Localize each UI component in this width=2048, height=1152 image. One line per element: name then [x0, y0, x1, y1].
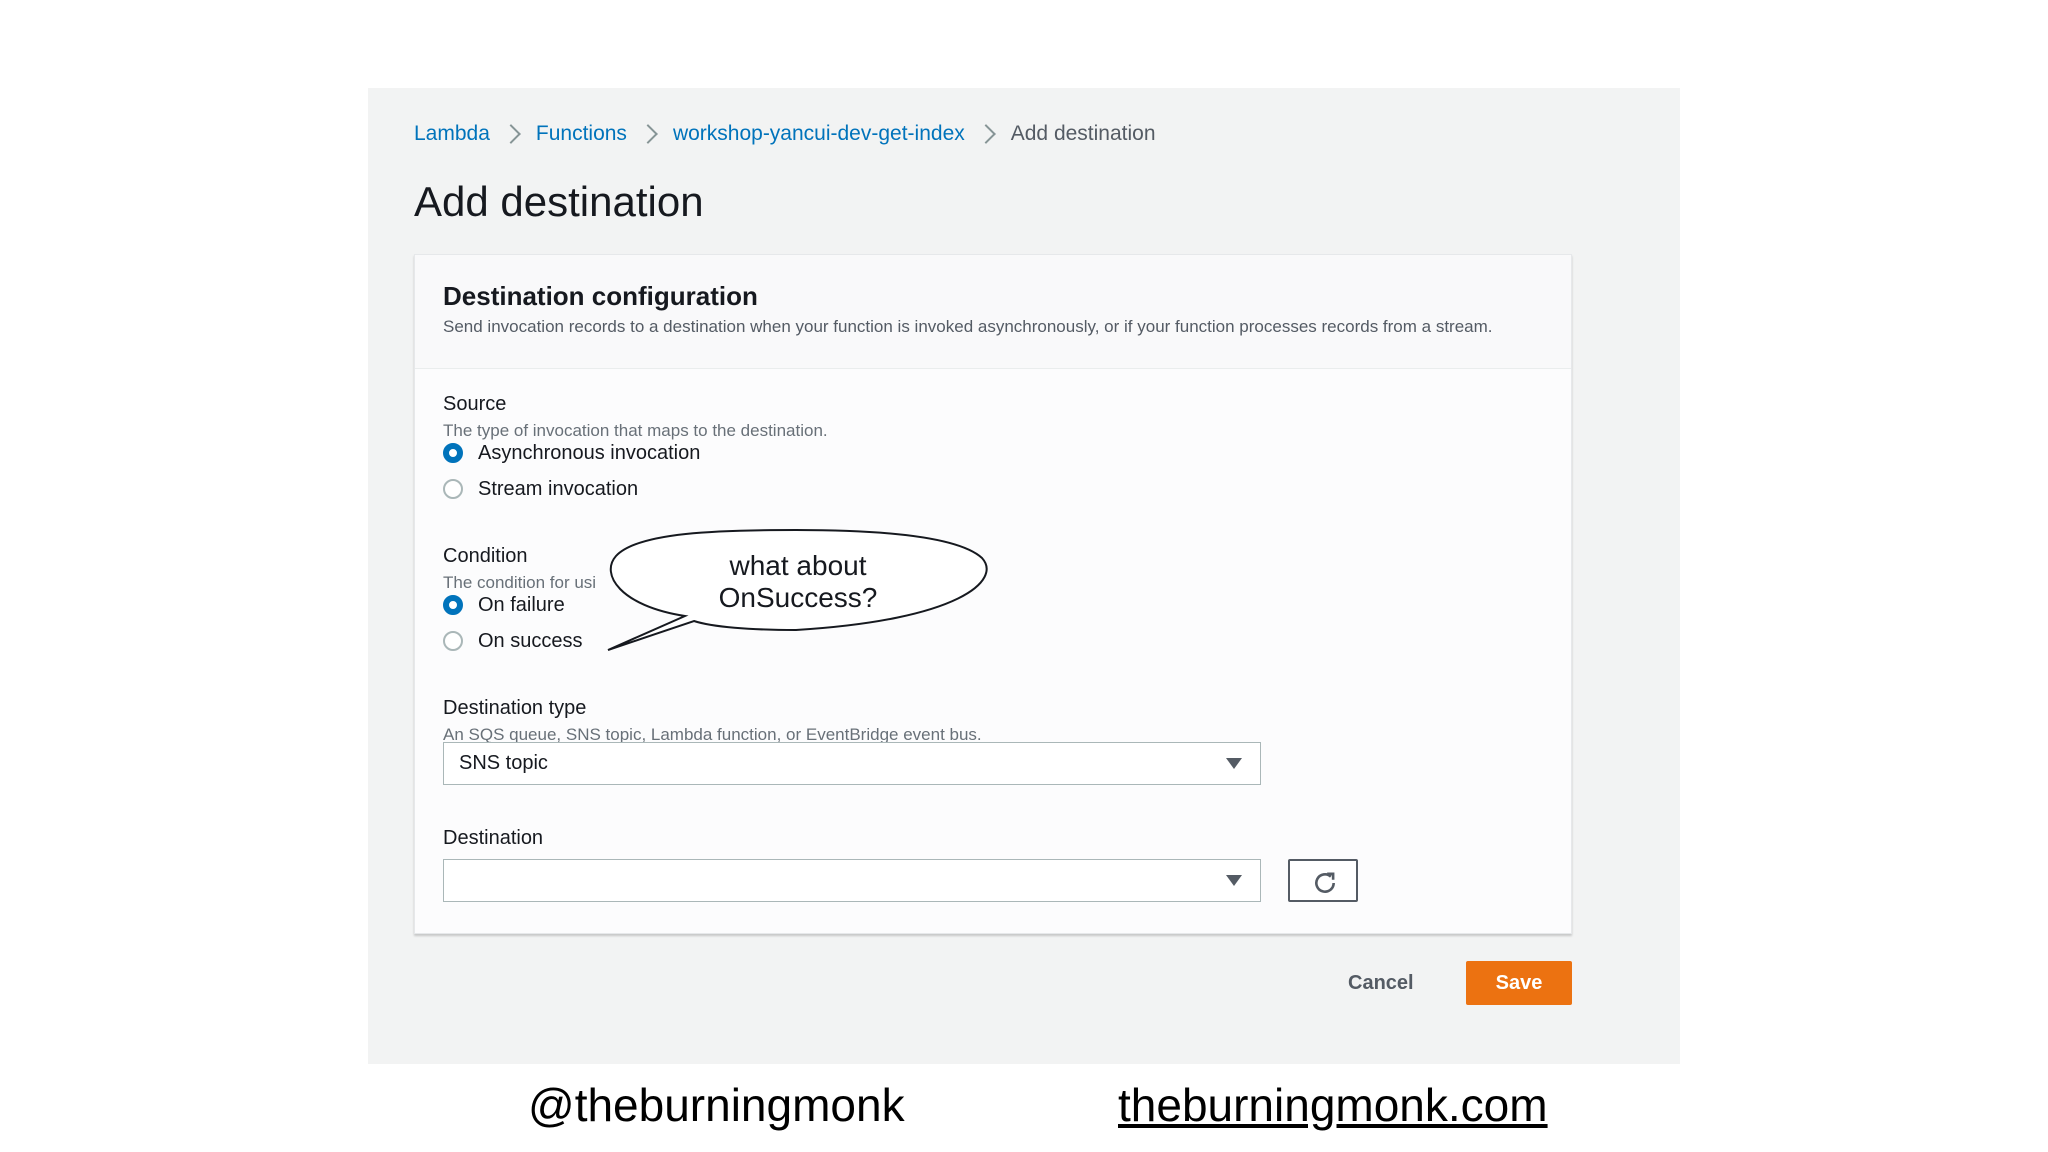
caret-down-icon	[1226, 758, 1242, 769]
radio-label: On failure	[478, 593, 565, 616]
destination-configuration-panel: Destination configuration Send invocatio…	[414, 254, 1572, 934]
footer-handle: @theburningmonk	[528, 1079, 905, 1131]
panel-title: Destination configuration	[443, 281, 758, 311]
radio-label: Stream invocation	[478, 477, 639, 500]
chevron-right-icon	[490, 116, 536, 152]
radio-on-failure[interactable]: On failure	[443, 591, 565, 619]
cancel-button[interactable]: Cancel	[1348, 961, 1414, 1005]
condition-label: Condition	[443, 545, 528, 567]
breadcrumb-function-link[interactable]: workshop-yancui-dev-get-index	[673, 122, 965, 146]
refresh-icon	[1315, 872, 1335, 893]
source-description: The type of invocation that maps to the …	[443, 421, 828, 440]
panel-header: Destination configuration Send invocatio…	[415, 255, 1571, 369]
radio-label: On success	[478, 629, 583, 652]
radio-asynchronous-invocation[interactable]: Asynchronous invocation	[443, 439, 700, 467]
breadcrumb-lambda-link[interactable]: Lambda	[414, 122, 490, 146]
callout-text: what about OnSuccess?	[665, 550, 931, 614]
destination-type-label: Destination type	[443, 697, 587, 719]
chevron-right-icon	[965, 116, 1011, 152]
radio-label: Asynchronous invocation	[478, 441, 701, 464]
destination-type-select[interactable]: SNS topic	[443, 742, 1261, 785]
breadcrumb-functions-link[interactable]: Functions	[536, 122, 627, 146]
chevron-right-icon	[627, 116, 673, 152]
callout-line: what about	[729, 550, 867, 581]
radio-checked-icon	[443, 443, 463, 463]
console-screen: Lambda Functions workshop-yancui-dev-get…	[368, 88, 1680, 1064]
footer-site-link[interactable]: theburningmonk.com	[1118, 1078, 1548, 1132]
panel-description: Send invocation records to a destination…	[443, 317, 1493, 336]
radio-unchecked-icon	[443, 479, 463, 499]
speech-bubble-callout: what about OnSuccess?	[600, 528, 992, 658]
condition-description: The condition for usi	[443, 573, 597, 592]
caret-down-icon	[1226, 875, 1242, 886]
page-title: Add destination	[414, 178, 704, 225]
destination-select[interactable]	[443, 859, 1261, 902]
breadcrumb: Lambda Functions workshop-yancui-dev-get…	[414, 116, 1156, 152]
callout-line: OnSuccess?	[718, 582, 878, 613]
breadcrumb-current: Add destination	[1010, 122, 1156, 145]
radio-checked-icon	[443, 595, 463, 615]
select-value: SNS topic	[459, 752, 548, 774]
radio-stream-invocation[interactable]: Stream invocation	[443, 475, 638, 503]
source-label: Source	[443, 393, 507, 415]
radio-on-success[interactable]: On success	[443, 627, 582, 655]
radio-unchecked-icon	[443, 631, 463, 651]
refresh-button[interactable]	[1288, 859, 1358, 902]
save-button[interactable]: Save	[1466, 961, 1572, 1005]
destination-label: Destination	[443, 827, 544, 849]
